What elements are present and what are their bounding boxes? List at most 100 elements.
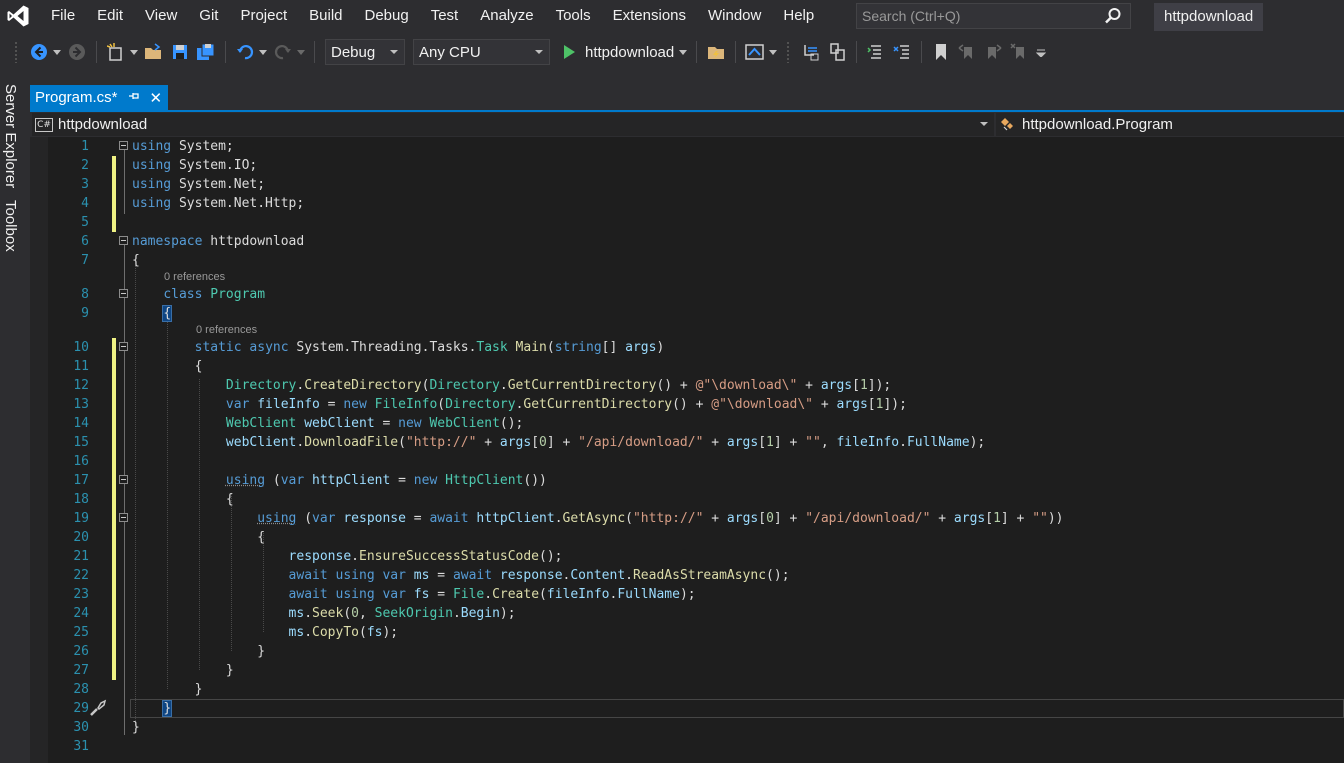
code-text: var fileInfo = new FileInfo(Directory.Ge… [225,397,907,412]
line-number: 21 [73,549,89,564]
chevron-down-icon[interactable] [678,42,688,62]
code-text: } [132,663,234,678]
collapse-region-icon[interactable] [119,475,128,484]
menu-edit[interactable]: Edit [86,0,134,32]
visual-studio-logo-icon[interactable] [2,0,34,32]
solution-platform-dropdown[interactable]: Any CPU [413,39,550,65]
clear-bookmarks-icon[interactable] [1009,42,1029,62]
code-text: } [132,682,203,697]
code-line: 12 Directory.CreateDirectory(Directory.G… [48,376,1344,395]
code-line-current: 29 } [48,699,1344,718]
line-number: 7 [81,253,89,268]
line-number: 1 [81,139,89,154]
code-text: { [162,305,173,322]
play-icon [564,45,575,59]
toolbar-grip[interactable] [786,41,791,63]
menu-extensions[interactable]: Extensions [602,0,697,32]
close-tab-icon[interactable]: ✕ [150,89,163,107]
code-line: 3 using System.Net; [48,175,1344,194]
type-dropdown[interactable]: httpdownload.Program [996,113,1344,136]
menu-test[interactable]: Test [420,0,470,32]
navigate-back-icon[interactable] [29,42,49,62]
undo-icon[interactable] [235,42,255,62]
code-line: 7 { [48,251,1344,270]
search-input[interactable] [862,8,1102,24]
line-number: 4 [81,196,89,211]
type-name: httpdownload.Program [1022,116,1173,133]
collapse-region-icon[interactable] [119,342,128,351]
menu-help[interactable]: Help [772,0,825,32]
search-box[interactable] [856,3,1131,29]
menu-tools[interactable]: Tools [545,0,602,32]
unsaved-change-marker [112,566,116,585]
line-number: 30 [73,720,89,735]
code-text: await using var fs = File.Create(fileInf… [288,587,696,602]
comment-lines-icon[interactable] [866,42,886,62]
toolbar-separator [96,41,97,63]
menu-view[interactable]: View [134,0,188,32]
tab-program-cs[interactable]: Program.cs* ✕ [30,85,169,110]
toolbar-separator [225,41,226,63]
server-explorer-tab[interactable]: Server Explorer [2,84,19,188]
chevron-down-icon[interactable] [296,42,306,62]
toggle-bookmark-icon[interactable] [931,42,951,62]
quick-actions-icon[interactable] [89,699,107,721]
navigate-forward-icon[interactable] [67,42,87,62]
code-line: 20 { [48,528,1344,547]
chevron-down-icon[interactable] [52,42,62,62]
uncomment-lines-icon[interactable] [892,42,912,62]
menu-project[interactable]: Project [229,0,298,32]
browser-link-icon[interactable] [745,42,765,62]
solution-configuration-dropdown[interactable]: Debug [325,39,405,65]
chevron-down-icon[interactable] [258,42,268,62]
codelens-references[interactable]: 0 references [164,271,225,283]
menu-analyze[interactable]: Analyze [469,0,544,32]
hot-reload-icon[interactable] [706,42,726,62]
collapse-region-icon[interactable] [119,513,128,522]
code-editor[interactable]: 1 using System; 2 using System.IO; 3 usi… [48,137,1344,763]
redo-icon[interactable] [273,42,293,62]
codelens-references[interactable]: 0 references [196,324,257,336]
toolbar-separator [696,41,698,63]
code-line: 4 using System.Net.Http; [48,194,1344,213]
unsaved-change-marker [112,414,116,433]
unsaved-change-marker [112,547,116,566]
step-into-icon[interactable] [801,42,821,62]
next-bookmark-icon[interactable] [983,42,1003,62]
unsaved-change-marker [112,452,116,471]
start-debugging-button[interactable]: httpdownload [560,39,678,65]
menu-file[interactable]: File [40,0,86,32]
project-dropdown[interactable]: C# httpdownload [32,113,994,136]
previous-bookmark-icon[interactable] [957,42,977,62]
line-number: 2 [81,158,89,173]
chevron-down-icon[interactable] [129,42,139,62]
code-text: using System.IO; [132,158,258,173]
menu-window[interactable]: Window [697,0,772,32]
toolbar-grip[interactable] [14,41,18,63]
toolbox-tab[interactable]: Toolbox [2,200,19,252]
start-target-label: httpdownload [585,43,675,61]
menu-debug[interactable]: Debug [354,0,420,32]
menu-git[interactable]: Git [188,0,229,32]
menu-build[interactable]: Build [298,0,353,32]
new-project-icon[interactable] [106,42,126,62]
code-text: using (var httpClient = new HttpClient()… [225,473,547,488]
collapse-region-icon[interactable] [119,236,128,245]
code-text: webClient.DownloadFile("http://" + args[… [225,435,986,450]
line-number: 18 [73,492,89,507]
open-folder-icon[interactable] [144,42,164,62]
unsaved-change-marker [112,395,116,414]
solution-explorer-icon[interactable] [827,42,847,62]
toolbar-overflow-icon[interactable] [1036,42,1047,62]
pin-icon[interactable] [128,90,140,105]
save-all-icon[interactable] [196,42,216,62]
search-icon[interactable] [1104,7,1122,29]
code-line: 30 } [48,718,1344,737]
code-text: using System; [132,139,234,154]
save-icon[interactable] [170,42,190,62]
chevron-down-icon[interactable] [768,42,778,62]
collapse-region-icon[interactable] [119,141,128,150]
code-text: { [132,253,140,268]
tab-title: Program.cs* [35,89,118,106]
collapse-region-icon[interactable] [119,289,128,298]
